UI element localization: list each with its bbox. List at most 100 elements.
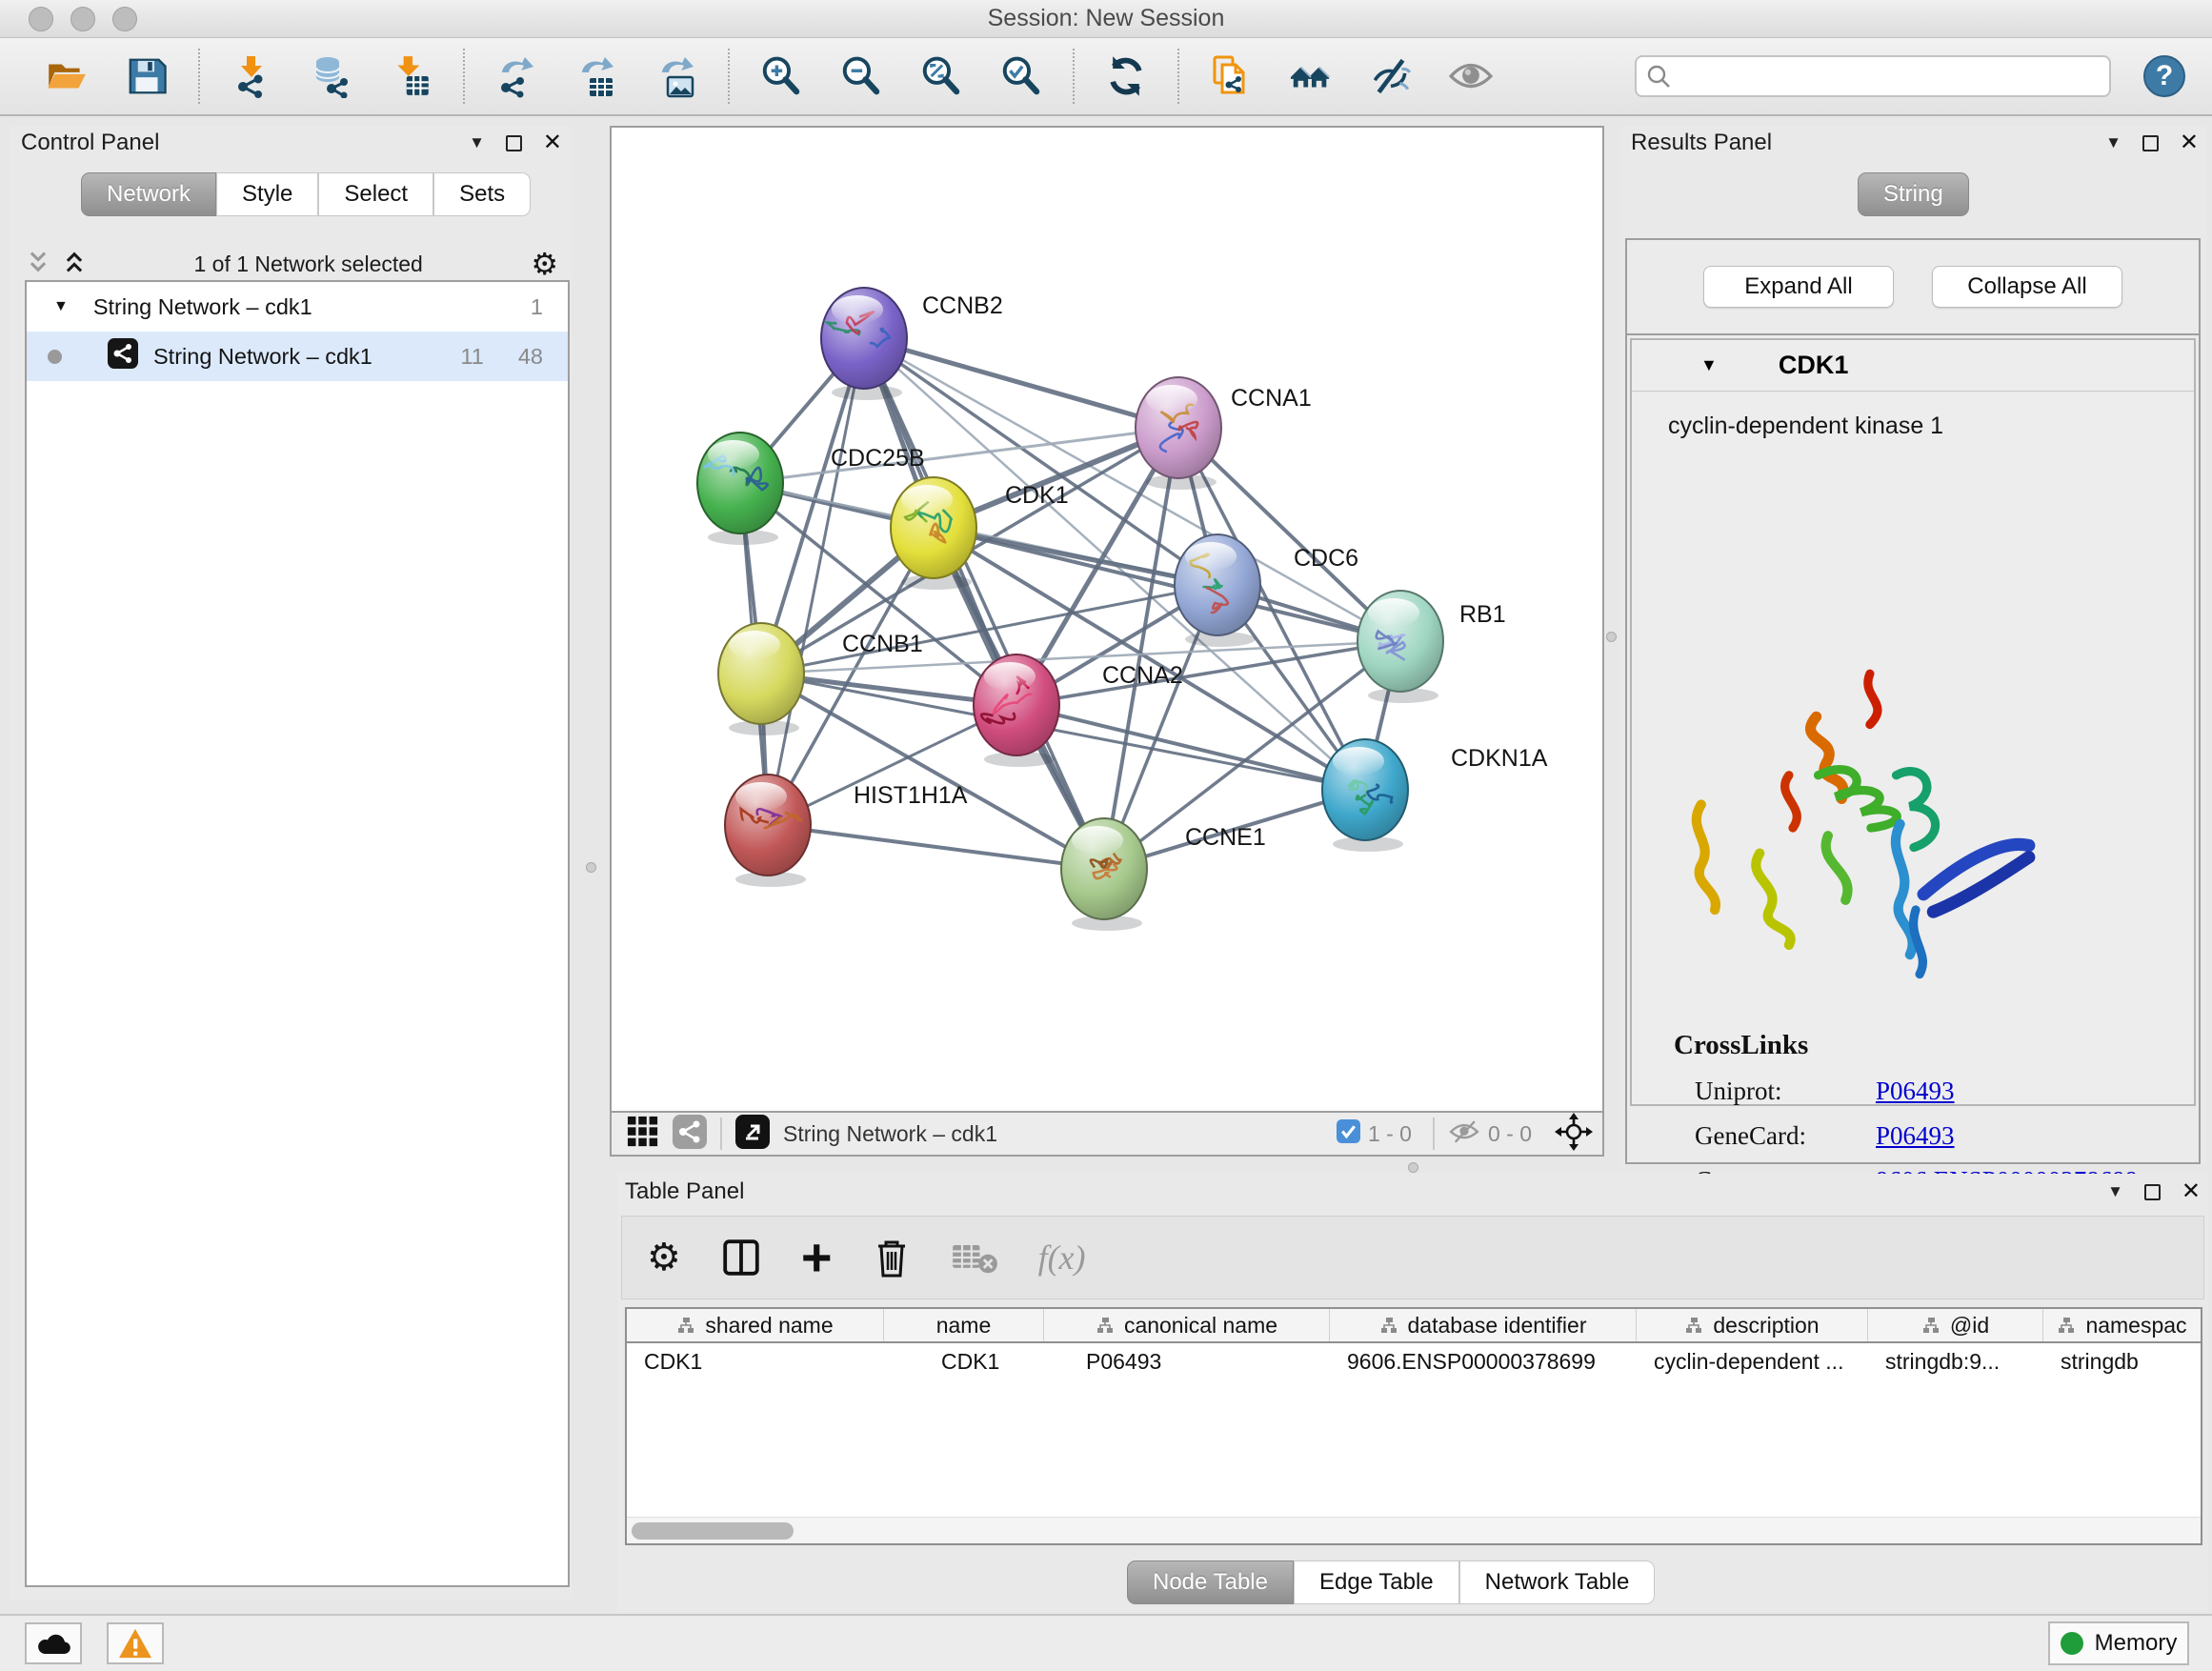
svg-text:CDC25B: CDC25B: [831, 445, 925, 472]
hide-selected-icon[interactable]: [1364, 50, 1418, 103]
column-header[interactable]: description: [1713, 1313, 1819, 1339]
export-table-icon[interactable]: [570, 50, 623, 103]
results-panel-title: Results Panel: [1631, 130, 1772, 156]
scrollbar-thumb[interactable]: [632, 1522, 794, 1540]
hidden-eye-icon[interactable]: [1448, 1119, 1480, 1149]
tab-network[interactable]: Network: [81, 172, 216, 216]
close-panel-icon[interactable]: ✕: [2182, 1180, 2201, 1203]
horizontal-splitter-handle[interactable]: [1408, 1162, 1418, 1173]
node-name: CDK1: [1779, 351, 1849, 380]
network-collection-row[interactable]: ▼ String Network – cdk1 1: [27, 282, 568, 332]
float-panel-icon[interactable]: [506, 135, 522, 151]
column-header[interactable]: canonical name: [1124, 1313, 1277, 1339]
show-columns-icon[interactable]: [721, 1238, 761, 1278]
collapse-all-button[interactable]: Collapse All: [1932, 266, 2122, 308]
cell-shared-name[interactable]: CDK1: [627, 1343, 884, 1379]
save-session-icon[interactable]: [120, 50, 173, 103]
titlebar: Session: New Session: [0, 0, 2212, 38]
hierarchy-icon: [2057, 1316, 2076, 1335]
expand-all-button[interactable]: Expand All: [1703, 266, 1894, 308]
table-options-gear-icon[interactable]: ⚙: [647, 1238, 681, 1277]
zoom-selected-icon[interactable]: [995, 50, 1048, 103]
svg-text:CDC6: CDC6: [1294, 545, 1358, 572]
cell-name[interactable]: CDK1: [884, 1343, 1044, 1379]
close-panel-icon[interactable]: ✕: [2180, 131, 2199, 154]
column-header[interactable]: name: [936, 1313, 992, 1339]
network-canvas[interactable]: CCNB2CCNA1CDC25BCDK1CDC6RB1CCNB1CCNA2CDK…: [610, 126, 1604, 1113]
refresh-icon[interactable]: [1099, 50, 1153, 103]
open-file-icon[interactable]: [40, 50, 93, 103]
clone-network-icon[interactable]: [1204, 50, 1257, 103]
network-row[interactable]: String Network – cdk1 11 48: [27, 332, 568, 381]
export-network-icon[interactable]: [490, 50, 543, 103]
cell-namespace[interactable]: stringdb: [2043, 1343, 2201, 1379]
add-column-icon[interactable]: +: [801, 1238, 833, 1276]
hierarchy-icon: [1096, 1316, 1115, 1335]
tab-network-table[interactable]: Network Table: [1459, 1560, 1656, 1604]
collection-name: String Network – cdk1: [93, 294, 312, 320]
network-view-share-icon[interactable]: [673, 1115, 707, 1154]
cell-database-identifier[interactable]: 9606.ENSP00000378699: [1330, 1343, 1637, 1379]
export-image-icon[interactable]: [650, 50, 703, 103]
detach-view-icon[interactable]: [735, 1115, 770, 1154]
show-all-icon[interactable]: [1444, 50, 1498, 103]
column-header[interactable]: @id: [1950, 1313, 1989, 1339]
panel-menu-icon[interactable]: ▼: [469, 133, 485, 152]
zoom-out-icon[interactable]: [835, 50, 888, 103]
table-header-row: shared name name canonical name database…: [627, 1309, 2201, 1343]
table-row[interactable]: CDK1 CDK1 P06493 9606.ENSP00000378699 cy…: [627, 1343, 2201, 1379]
table-horizontal-scrollbar[interactable]: [627, 1517, 2201, 1543]
collection-expander-icon[interactable]: ▼: [53, 298, 69, 315]
panel-menu-icon[interactable]: ▼: [2107, 1182, 2123, 1201]
memory-button[interactable]: Memory: [2048, 1621, 2189, 1665]
cell-id[interactable]: stringdb:9...: [1868, 1343, 2043, 1379]
network-graph[interactable]: CCNB2CCNA1CDC25BCDK1CDC6RB1CCNB1CCNA2CDK…: [612, 128, 1602, 1111]
close-panel-icon[interactable]: ✕: [543, 131, 562, 154]
cloud-status-button[interactable]: [25, 1622, 82, 1664]
show-grid-icon[interactable]: [627, 1116, 659, 1153]
selected-checkbox-icon[interactable]: [1337, 1119, 1360, 1148]
node-table[interactable]: shared name name canonical name database…: [625, 1307, 2202, 1545]
tab-sets[interactable]: Sets: [433, 172, 531, 216]
node-details-expander-icon[interactable]: ▼: [1700, 355, 1718, 375]
warnings-button[interactable]: [107, 1622, 164, 1664]
hierarchy-icon: [1379, 1316, 1398, 1335]
genecard-link[interactable]: P06493: [1876, 1121, 1955, 1151]
cell-canonical-name[interactable]: P06493: [1044, 1343, 1330, 1379]
panel-menu-icon[interactable]: ▼: [2105, 133, 2122, 152]
tab-select[interactable]: Select: [318, 172, 433, 216]
right-splitter-handle[interactable]: [1606, 632, 1617, 642]
node-details-header[interactable]: ▼ CDK1: [1632, 340, 2194, 392]
cell-description[interactable]: cyclin-dependent ...: [1637, 1343, 1868, 1379]
delete-column-icon[interactable]: [873, 1237, 911, 1278]
collapse-all-networks-icon[interactable]: [27, 250, 50, 279]
float-panel-icon[interactable]: [2144, 1184, 2161, 1200]
zoom-in-icon[interactable]: [754, 50, 808, 103]
import-table-icon[interactable]: [385, 50, 438, 103]
tab-edge-table[interactable]: Edge Table: [1294, 1560, 1459, 1604]
tab-style[interactable]: Style: [216, 172, 318, 216]
search-input[interactable]: [1635, 55, 2111, 97]
uniprot-link[interactable]: P06493: [1876, 1077, 1955, 1106]
tab-string[interactable]: String: [1858, 172, 1969, 216]
expand-all-networks-icon[interactable]: [63, 250, 86, 279]
svg-text:CDK1: CDK1: [1005, 482, 1069, 509]
left-splitter-handle[interactable]: [586, 862, 596, 873]
delete-table-icon-disabled: [951, 1238, 998, 1277]
tab-node-table[interactable]: Node Table: [1127, 1560, 1294, 1604]
column-header[interactable]: database identifier: [1408, 1313, 1587, 1339]
first-neighbors-icon[interactable]: [1284, 50, 1337, 103]
zoom-fit-icon[interactable]: [915, 50, 968, 103]
column-header[interactable]: namespac: [2085, 1313, 2186, 1339]
statusbar-separator: [720, 1117, 722, 1150]
float-panel-icon[interactable]: [2142, 135, 2159, 151]
fit-content-crosshair-icon[interactable]: [1555, 1113, 1593, 1156]
search-icon: [1646, 64, 1671, 93]
network-options-gear-icon[interactable]: ⚙: [531, 249, 558, 279]
svg-text:CCNA1: CCNA1: [1231, 385, 1312, 412]
import-network-from-database-icon[interactable]: [305, 50, 358, 103]
help-button[interactable]: ?: [2143, 55, 2185, 97]
import-network-icon[interactable]: [225, 50, 278, 103]
toolbar-separator: [728, 49, 730, 104]
column-header[interactable]: shared name: [705, 1313, 833, 1339]
